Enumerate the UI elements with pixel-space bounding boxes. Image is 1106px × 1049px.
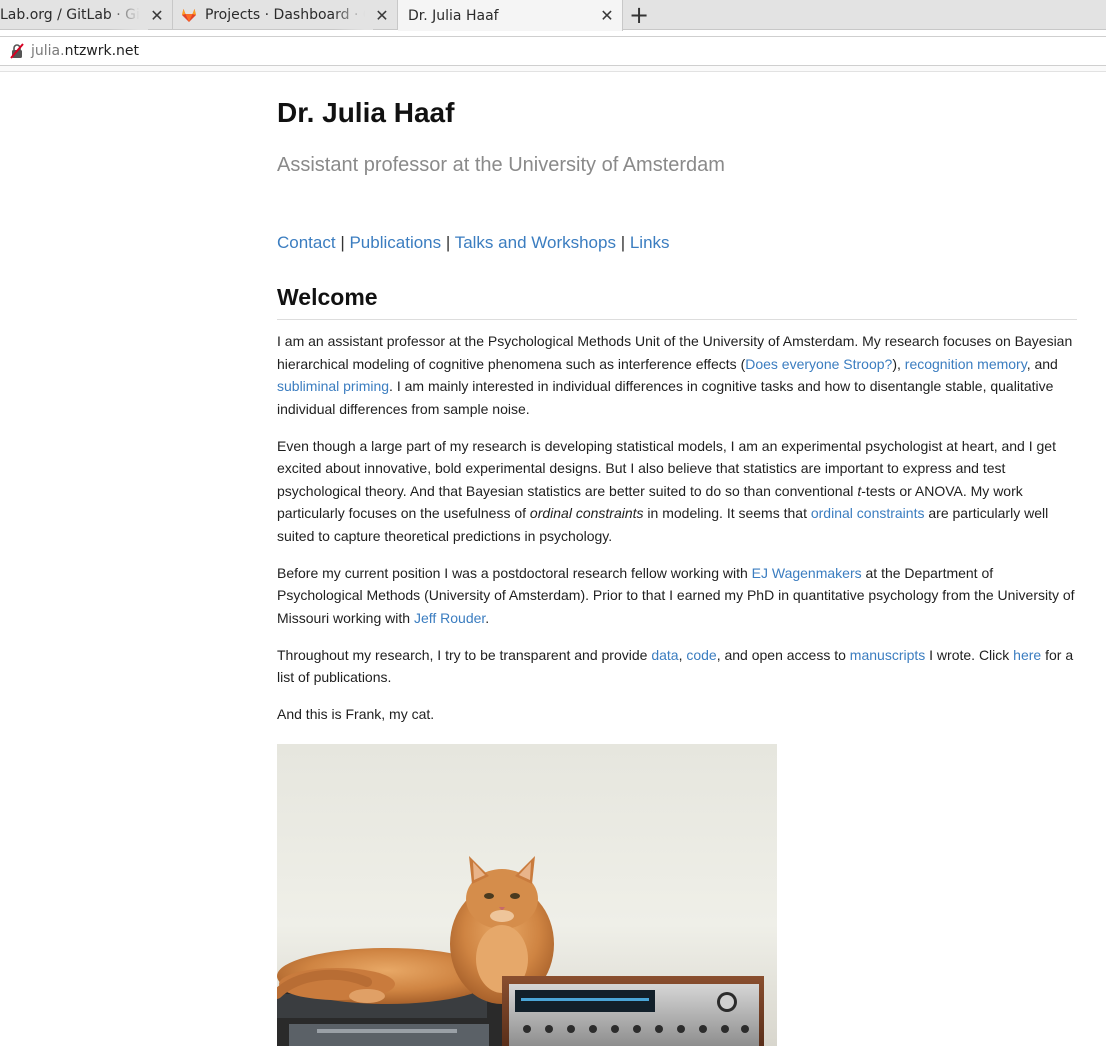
link-data[interactable]: data — [651, 647, 678, 663]
welcome-text: I am an assistant professor at the Psych… — [277, 330, 1077, 726]
nav-separator: | — [441, 233, 455, 252]
tab-title: Dr. Julia Haaf — [408, 7, 499, 24]
link-jeff-rouder[interactable]: Jeff Rouder — [414, 610, 485, 626]
url-host: ntzwrk.net — [64, 43, 140, 59]
paragraph-cat: And this is Frank, my cat. — [277, 706, 435, 722]
nav-talks-workshops[interactable]: Talks and Workshops — [455, 233, 616, 252]
page-subtitle: Assistant professor at the University of… — [277, 154, 725, 176]
nav-separator: | — [615, 233, 630, 252]
text: Throughout my research, I try to be tran… — [277, 646, 652, 663]
text: Before my current position I was a postd… — [277, 564, 752, 581]
close-icon[interactable]: ✕ — [596, 5, 618, 27]
text: , and — [1026, 355, 1058, 372]
paragraph-open-science: Throughout my research, I try to be tran… — [277, 644, 1077, 689]
text: I wrote. Click — [925, 646, 1014, 663]
text: ), — [892, 355, 905, 372]
text: in modeling. It seems that — [643, 505, 811, 521]
tab-bar: Lab.org / GitLab · GitLab ✕ Projects · D… — [0, 0, 1106, 31]
plus-icon[interactable]: + — [626, 1, 652, 29]
welcome-heading: Welcome — [277, 281, 1077, 320]
tab-projects-dashboard[interactable]: Projects · Dashboard · GitLab ✕ — [173, 0, 398, 30]
url-subdomain: julia. — [31, 43, 65, 59]
tab-gitlab-org[interactable]: Lab.org / GitLab · GitLab ✕ — [0, 0, 173, 30]
nav-links[interactable]: Links — [630, 233, 670, 252]
link-here[interactable]: here — [1013, 647, 1041, 663]
close-icon[interactable]: ✕ — [146, 4, 168, 26]
link-does-everyone-stroop[interactable]: Does everyone Stroop? — [745, 356, 892, 372]
text: . — [485, 609, 490, 626]
site-nav: Contact | Publications | Talks and Works… — [277, 231, 1077, 255]
text: . I am mainly interested in individual d… — [277, 378, 1054, 417]
gitlab-fox-icon — [182, 9, 196, 22]
link-recognition-memory[interactable]: recognition memory — [905, 356, 1027, 372]
link-ej-wagenmakers[interactable]: EJ Wagenmakers — [752, 565, 862, 581]
insecure-connection-icon[interactable] — [9, 43, 25, 59]
paragraph-research: I am an assistant professor at the Psych… — [277, 330, 1077, 420]
address-bar[interactable]: julia. ntzwrk.net — [0, 36, 1106, 66]
link-manuscripts[interactable]: manuscripts — [850, 647, 925, 663]
nav-contact[interactable]: Contact — [277, 233, 336, 252]
nav-separator: | — [335, 233, 350, 252]
page-title: Dr. Julia Haaf — [277, 97, 455, 128]
text: , and open access to — [716, 646, 850, 663]
link-ordinal-constraints[interactable]: ordinal constraints — [811, 505, 925, 521]
link-subliminal-priming[interactable]: subliminal priming — [277, 378, 389, 394]
cat-photo — [277, 743, 777, 1046]
close-icon[interactable]: ✕ — [371, 4, 393, 26]
main-content: Dr. Julia Haaf Assistant professor at th… — [277, 72, 1077, 1046]
paragraph-background: Before my current position I was a postd… — [277, 562, 1077, 630]
tab-julia-haaf[interactable]: Dr. Julia Haaf ✕ — [398, 0, 623, 31]
nav-publications[interactable]: Publications — [349, 233, 441, 252]
paragraph-statistics: Even though a large part of my research … — [277, 435, 1077, 548]
italic-text: ordinal constraints — [529, 505, 644, 521]
link-code[interactable]: code — [686, 647, 716, 663]
